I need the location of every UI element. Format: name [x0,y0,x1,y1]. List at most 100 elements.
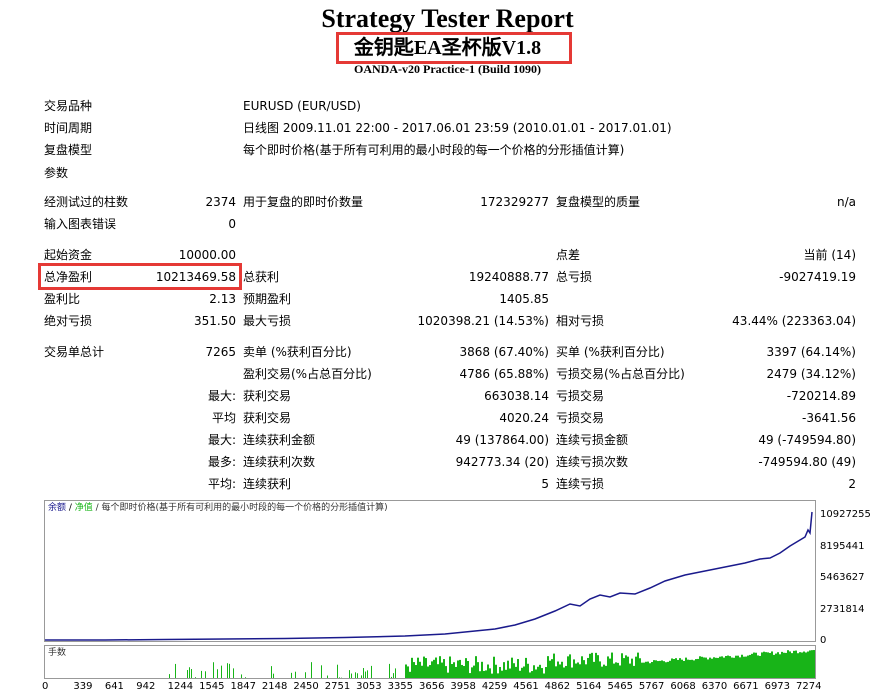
volume-bar [351,673,352,678]
avg-cons-wins-value: 5 [541,477,549,491]
volume-bar [747,655,749,678]
period-value: 日线图 2009.11.01 22:00 - 2017.06.01 23:59 … [243,121,672,135]
volume-bar [795,650,797,678]
volume-bar [609,658,611,678]
volume-bar [415,665,417,678]
deposit-value: 10000.00 [178,248,236,262]
volume-bar [501,670,503,678]
report-title: Strategy Tester Report [321,4,574,33]
balance-curve-svg [45,511,813,641]
volume-bar [551,659,553,678]
volume-bars-svg [169,650,815,678]
volume-bar [465,658,467,678]
volume-bar [441,662,443,678]
abs-drawdown-value: 351.50 [194,314,236,328]
volume-bar [759,655,761,678]
x-tick-label: 2450 [293,681,319,692]
x-tick-label: 3958 [450,681,476,692]
volume-bar [509,668,511,678]
avg-cons-losses-label: 连续亏损 [556,477,605,491]
volume-bar [507,660,509,678]
volume-bar [801,652,803,678]
max-cons-wins-value: 49 (137864.00) [455,433,549,447]
x-tick-label: 3355 [387,681,414,692]
y-tick-2: 5463627 [820,572,865,583]
volume-bar [187,670,188,678]
volume-bar [581,656,583,678]
volume-bar [697,658,699,678]
max-drawdown-value: 1020398.21 (14.53%) [417,314,549,328]
max-drawdown-label: 最大亏损 [243,314,292,328]
volume-bar [779,654,781,678]
volume-bar [731,657,733,678]
volume-bar [523,666,525,678]
volume-bar [799,652,801,678]
volume-bar [679,658,681,678]
x-tick-label: 6370 [701,681,728,692]
volume-bar [757,655,759,678]
volume-bar [365,671,366,678]
volume-bar [723,657,725,678]
volume-bar [597,655,599,678]
volume-bar [625,655,627,678]
volume-bar [549,660,551,678]
volume-bar [459,659,461,678]
max-cons-loss-label: 连续亏损次数 [556,455,629,469]
avg2-prefix: 平均: [207,477,236,491]
volume-bar [511,657,513,678]
x-tick-label: 4862 [544,681,571,692]
volume-bar [751,653,753,678]
volume-bar [291,672,292,678]
volume-bar [355,672,356,678]
volume-bar [513,663,515,678]
avg-loss-value: -3641.56 [802,411,856,425]
volume-bar [487,664,489,678]
x-tick-label: 4561 [513,681,539,692]
volume-bar [653,660,655,678]
volume-bar [765,652,767,678]
volume-bar [407,666,409,678]
volume-bar [435,657,437,678]
volume-bar [431,661,433,678]
volume-bar [563,667,565,678]
x-tick-label: 6068 [670,681,696,692]
volume-bar [413,662,415,678]
volume-bar [217,669,218,678]
largest-profit-label: 获利交易 [243,389,292,403]
volume-bar [775,653,777,678]
volume-bar [541,668,543,678]
x-tick-label: 1847 [230,681,256,692]
y-tick-0: 10927255 [820,509,871,520]
volume-bar [191,669,192,678]
rel-drawdown-value: 43.44% (223363.04) [732,314,856,328]
volume-bar [583,660,585,678]
volume-bar [273,673,274,678]
long-value: 3397 (64.14%) [766,345,856,359]
volume-bar [645,661,647,678]
max-cons-loss-value: -749594.80 (49) [758,455,856,469]
volume-bar [233,668,234,678]
x-tick-label: 2751 [324,681,351,692]
volume-bar [711,658,713,678]
balance-chart: 余额 / 净值 / 每个即时价格(基于所有可利用的最小时段的每一个价格的分形插值… [44,500,816,642]
volume-bar [533,665,535,678]
y-tick-1: 8195441 [820,541,865,552]
profit-trades-label: 盈利交易(%占总百分比) [243,367,372,381]
volume-bar [437,664,439,678]
volume-bar [781,651,783,678]
volume-bar [785,652,787,678]
volume-bar [705,657,707,678]
balance-line [45,511,813,641]
volume-bar [663,661,665,678]
volume-bar [761,652,763,678]
volume-bar [515,666,517,678]
volume-bar [659,660,661,678]
volume-bar [701,656,703,678]
volume-bar [425,658,427,678]
largest-loss-value: -720214.89 [786,389,856,403]
volume-bar [623,658,625,678]
volume-bar [685,657,687,678]
volume-bar [213,662,214,678]
volume-bar [689,659,691,678]
volume-bar [641,662,643,678]
